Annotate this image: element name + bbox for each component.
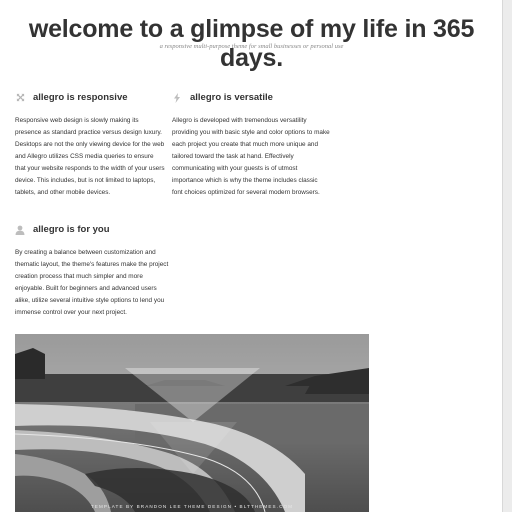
feature-title: allegro is responsive bbox=[33, 92, 128, 103]
feature-for-you: allegro is for you By creating a balance… bbox=[15, 224, 173, 319]
feature-title: allegro is for you bbox=[33, 224, 110, 235]
lightning-bolt-icon bbox=[172, 92, 182, 103]
feature-versatile: allegro is versatile Allegro is develope… bbox=[172, 92, 330, 199]
feature-description: Responsive web design is slowly making i… bbox=[15, 117, 165, 196]
feature-responsive: allegro is responsive Responsive web des… bbox=[15, 92, 165, 199]
feature-title: allegro is versatile bbox=[190, 92, 273, 103]
browser-scrollbar[interactable] bbox=[502, 0, 512, 512]
user-icon bbox=[15, 225, 25, 235]
site-tagline: a responsive multi-purpose theme for sma… bbox=[159, 43, 344, 50]
theme-credit: TEMPLATE BY BRANDON LEE THEME DESIGN • B… bbox=[90, 504, 294, 509]
feature-description: Allegro is developed with tremendous ver… bbox=[172, 117, 330, 196]
resize-arrows-icon bbox=[15, 93, 25, 103]
feature-description: By creating a balance between customizat… bbox=[15, 249, 169, 316]
hero-photo-banner: TEMPLATE BY BRANDON LEE THEME DESIGN • B… bbox=[15, 334, 369, 512]
